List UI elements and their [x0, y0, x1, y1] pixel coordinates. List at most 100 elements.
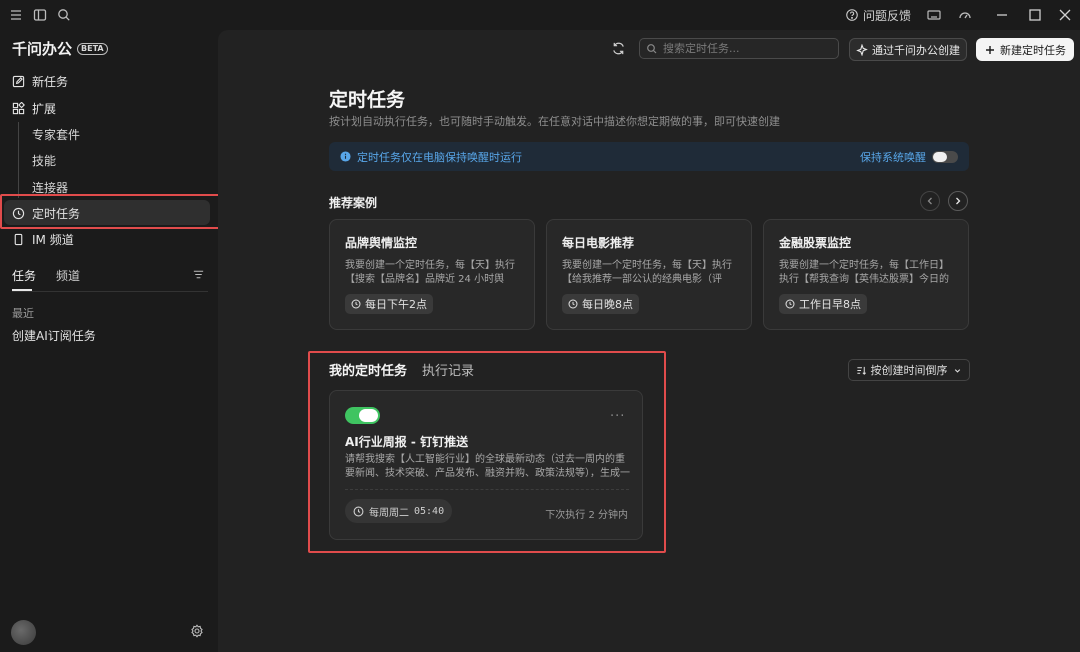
clock-icon [568, 299, 578, 309]
keyboard-icon[interactable] [926, 7, 942, 23]
card-title: 金融股票监控 [779, 236, 852, 250]
maximize-icon[interactable] [1026, 6, 1044, 24]
page-subtitle: 按计划自动执行任务，也可随时手动触发。在任意对话中描述你想定期做的事，即可快速创… [329, 115, 780, 128]
close-icon[interactable] [1056, 6, 1074, 24]
task-description: 请帮我搜索【人工智能行业】的全球最新动态（过去一周内的重要新闻、技术突破、产品发… [345, 454, 630, 479]
banner-text: 定时任务仅在电脑保持唤醒时运行 [357, 150, 522, 164]
tab-channels[interactable]: 频道 [56, 267, 80, 284]
keep-awake-label: 保持系统唤醒 [860, 150, 926, 164]
schedule-label: 每日晚8点 [582, 298, 633, 311]
title-bar: 问题反馈 [0, 0, 1080, 30]
extension-icon [12, 101, 25, 114]
tab-execution-history[interactable]: 执行记录 [422, 360, 474, 379]
chevron-down-icon [954, 368, 960, 373]
avatar[interactable] [11, 620, 36, 645]
sidebar-item-expert-kit[interactable]: 专家套件 [32, 125, 80, 143]
edit-icon [12, 75, 25, 87]
schedule-label: 工作日早8点 [799, 298, 861, 311]
sidebar: 千问办公 BETA 新任务 扩展 专家套件 技能 连接器 定时任务 IM 频道 … [0, 30, 221, 652]
feedback-label: 问题反馈 [863, 8, 912, 23]
sidebar-tabs: 任务 频道 [12, 267, 208, 284]
settings-icon[interactable] [190, 624, 204, 638]
recent-item[interactable]: 创建AI订阅任务 [12, 327, 96, 344]
tab-my-scheduled-tasks[interactable]: 我的定时任务 [329, 360, 407, 379]
clock-icon [353, 506, 364, 516]
more-icon[interactable]: ··· [610, 409, 625, 424]
tab-underline [12, 289, 32, 291]
search-icon[interactable] [56, 7, 72, 23]
main-panel: 通过千问办公创建 新建定时任务 定时任务 按计划自动执行任务，也可随时手动触发。… [218, 30, 1080, 652]
keep-awake-toggle[interactable] [932, 150, 958, 163]
submenu-divider [18, 122, 19, 198]
recommended-title: 推荐案例 [329, 196, 378, 210]
search-icon [647, 43, 657, 53]
filter-icon[interactable] [192, 268, 205, 281]
sidebar-item-new-task[interactable]: 新任务 [12, 71, 68, 91]
clock-icon [12, 207, 25, 219]
tabs-divider [12, 291, 208, 292]
tab-tasks[interactable]: 任务 [12, 267, 36, 284]
task-card[interactable]: ··· AI行业周报 - 钉钉推送 请帮我搜索【人工智能行业】的全球最新动态（过… [329, 390, 643, 540]
chevron-right-icon [956, 197, 961, 205]
phone-icon [14, 233, 23, 245]
clock-icon [785, 299, 795, 309]
search-input[interactable] [663, 42, 833, 55]
search-box[interactable] [639, 38, 839, 59]
card-description: 我要创建一个定时任务，每【天】执行【搜索【品牌名】品牌近 24 小时舆情... [345, 260, 515, 285]
task-next-run: 下次执行 2 分钟内 [545, 510, 628, 521]
refresh-icon[interactable] [611, 41, 626, 56]
schedule-pill: 工作日早8点 [779, 294, 867, 314]
new-task-label: 新建定时任务 [1000, 43, 1066, 57]
recommended-card[interactable]: 每日电影推荐 我要创建一个定时任务，每【天】执行【给我推荐一部公认的经典电影（评… [546, 219, 752, 330]
recommended-card[interactable]: 品牌舆情监控 我要创建一个定时任务，每【天】执行【搜索【品牌名】品牌近 24 小… [329, 219, 535, 330]
schedule-pill: 每日晚8点 [562, 294, 639, 314]
page-title: 定时任务 [329, 89, 406, 111]
prev-button[interactable] [920, 191, 940, 211]
sort-icon [856, 366, 866, 375]
clock-icon [351, 299, 361, 309]
task-schedule-prefix: 每周周二 [369, 507, 409, 519]
create-via-ai-label: 通过千问办公创建 [872, 43, 960, 57]
help-circle-icon [846, 9, 858, 21]
card-title: 每日电影推荐 [562, 236, 635, 250]
gauge-icon[interactable] [957, 7, 973, 23]
sidebar-item-im-channel[interactable]: IM 频道 [12, 229, 74, 249]
sidebar-item-skills[interactable]: 技能 [32, 151, 56, 169]
card-title: 品牌舆情监控 [345, 236, 418, 250]
menu-icon[interactable] [8, 7, 24, 23]
sidebar-item-label: IM 频道 [32, 232, 74, 247]
sort-label: 按创建时间倒序 [870, 364, 948, 377]
brand: 千问办公 BETA [12, 38, 108, 59]
sidebar-toggle-icon[interactable] [32, 7, 48, 23]
task-schedule-time: 05:40 [414, 505, 445, 517]
sidebar-item-label: 新任务 [32, 74, 69, 89]
minimize-icon[interactable] [993, 6, 1011, 24]
schedule-pill: 每日下午2点 [345, 294, 433, 314]
task-divider [345, 489, 629, 490]
sparkle-icon [856, 43, 868, 56]
card-description: 我要创建一个定时任务，每【工作日】执行【帮我查询【英伟达股票】今日的走... [779, 260, 949, 285]
sidebar-item-extend[interactable]: 扩展 [12, 98, 56, 118]
sidebar-item-label: 定时任务 [32, 206, 81, 221]
card-description: 我要创建一个定时任务，每【天】执行【给我推荐一部公认的经典电影（评分... [562, 260, 732, 285]
recommended-card[interactable]: 金融股票监控 我要创建一个定时任务，每【工作日】执行【帮我查询【英伟达股票】今日… [763, 219, 969, 330]
beta-badge: BETA [77, 42, 108, 55]
sidebar-item-connectors[interactable]: 连接器 [32, 178, 68, 196]
keep-awake-control: 保持系统唤醒 [860, 149, 958, 165]
task-schedule-pill: 每周周二 05:40 [345, 499, 453, 523]
new-scheduled-task-button[interactable]: 新建定时任务 [976, 38, 1074, 61]
brand-name: 千问办公 [12, 40, 73, 58]
sidebar-item-label: 扩展 [32, 101, 57, 116]
feedback-button[interactable]: 问题反馈 [845, 6, 911, 24]
next-button[interactable] [948, 191, 968, 211]
sort-button[interactable]: 按创建时间倒序 [848, 359, 970, 381]
schedule-label: 每日下午2点 [365, 298, 427, 311]
task-title: AI行业周报 - 钉钉推送 [345, 435, 469, 449]
task-enabled-toggle[interactable] [345, 407, 380, 424]
info-banner: 定时任务仅在电脑保持唤醒时运行 保持系统唤醒 [329, 142, 969, 171]
sidebar-item-scheduled[interactable]: 定时任务 [12, 203, 80, 223]
recent-label: 最近 [12, 307, 34, 320]
create-via-ai-button[interactable]: 通过千问办公创建 [849, 38, 967, 61]
info-icon [340, 151, 351, 162]
plus-icon [986, 45, 994, 54]
